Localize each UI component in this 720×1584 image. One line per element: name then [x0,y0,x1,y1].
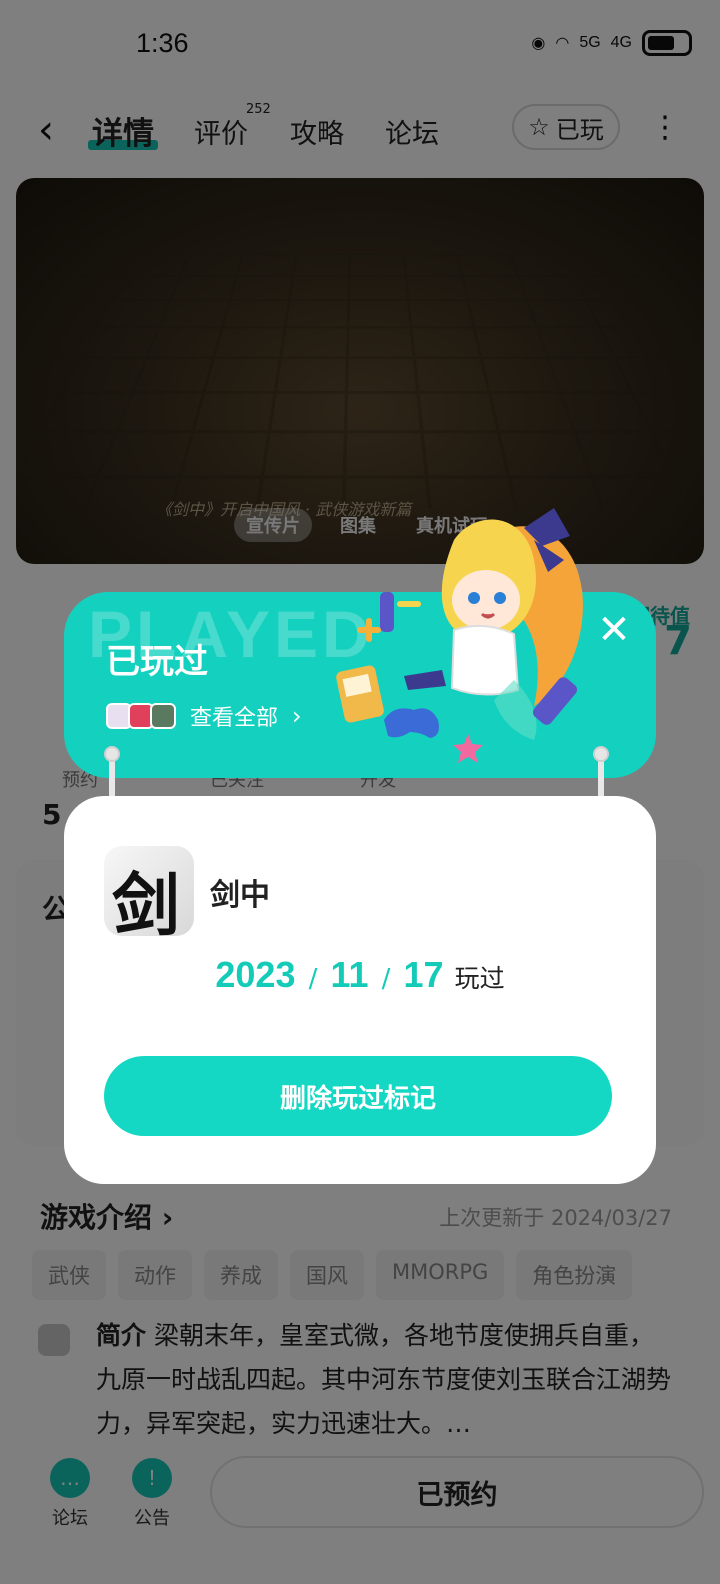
date-separator: / [381,964,391,994]
played-month: 11 [330,954,369,995]
delete-played-mark-button[interactable]: 删除玩过标记 [104,1056,612,1136]
hanger-pin [593,746,609,762]
game-name: 剑中 [210,878,270,913]
game-thumbnail [150,703,176,729]
played-popup-body: 剑 剑中 2023 / 11 / 17 玩过 删除玩过标记 [64,796,656,1184]
date-separator: / [308,964,318,994]
view-all-label: 查看全部 [190,706,279,731]
played-suffix: 玩过 [454,964,505,993]
hanger-pin [104,746,120,762]
view-all-link[interactable]: 查看全部 › [106,700,302,732]
played-day: 17 [403,954,444,995]
played-date: 2023 / 11 / 17 玩过 [64,954,656,996]
game-icon-glyph: 剑 [112,866,181,936]
mascot-illustration [336,508,583,763]
close-icon[interactable]: ✕ [596,610,632,650]
played-games-thumbnails [106,703,176,729]
popup-title: 已玩过 [106,642,208,682]
chevron-right-icon: › [292,702,302,730]
played-year: 2023 [215,954,296,995]
game-icon: 剑 [104,846,194,936]
modal-overlay[interactable] [0,0,720,1584]
